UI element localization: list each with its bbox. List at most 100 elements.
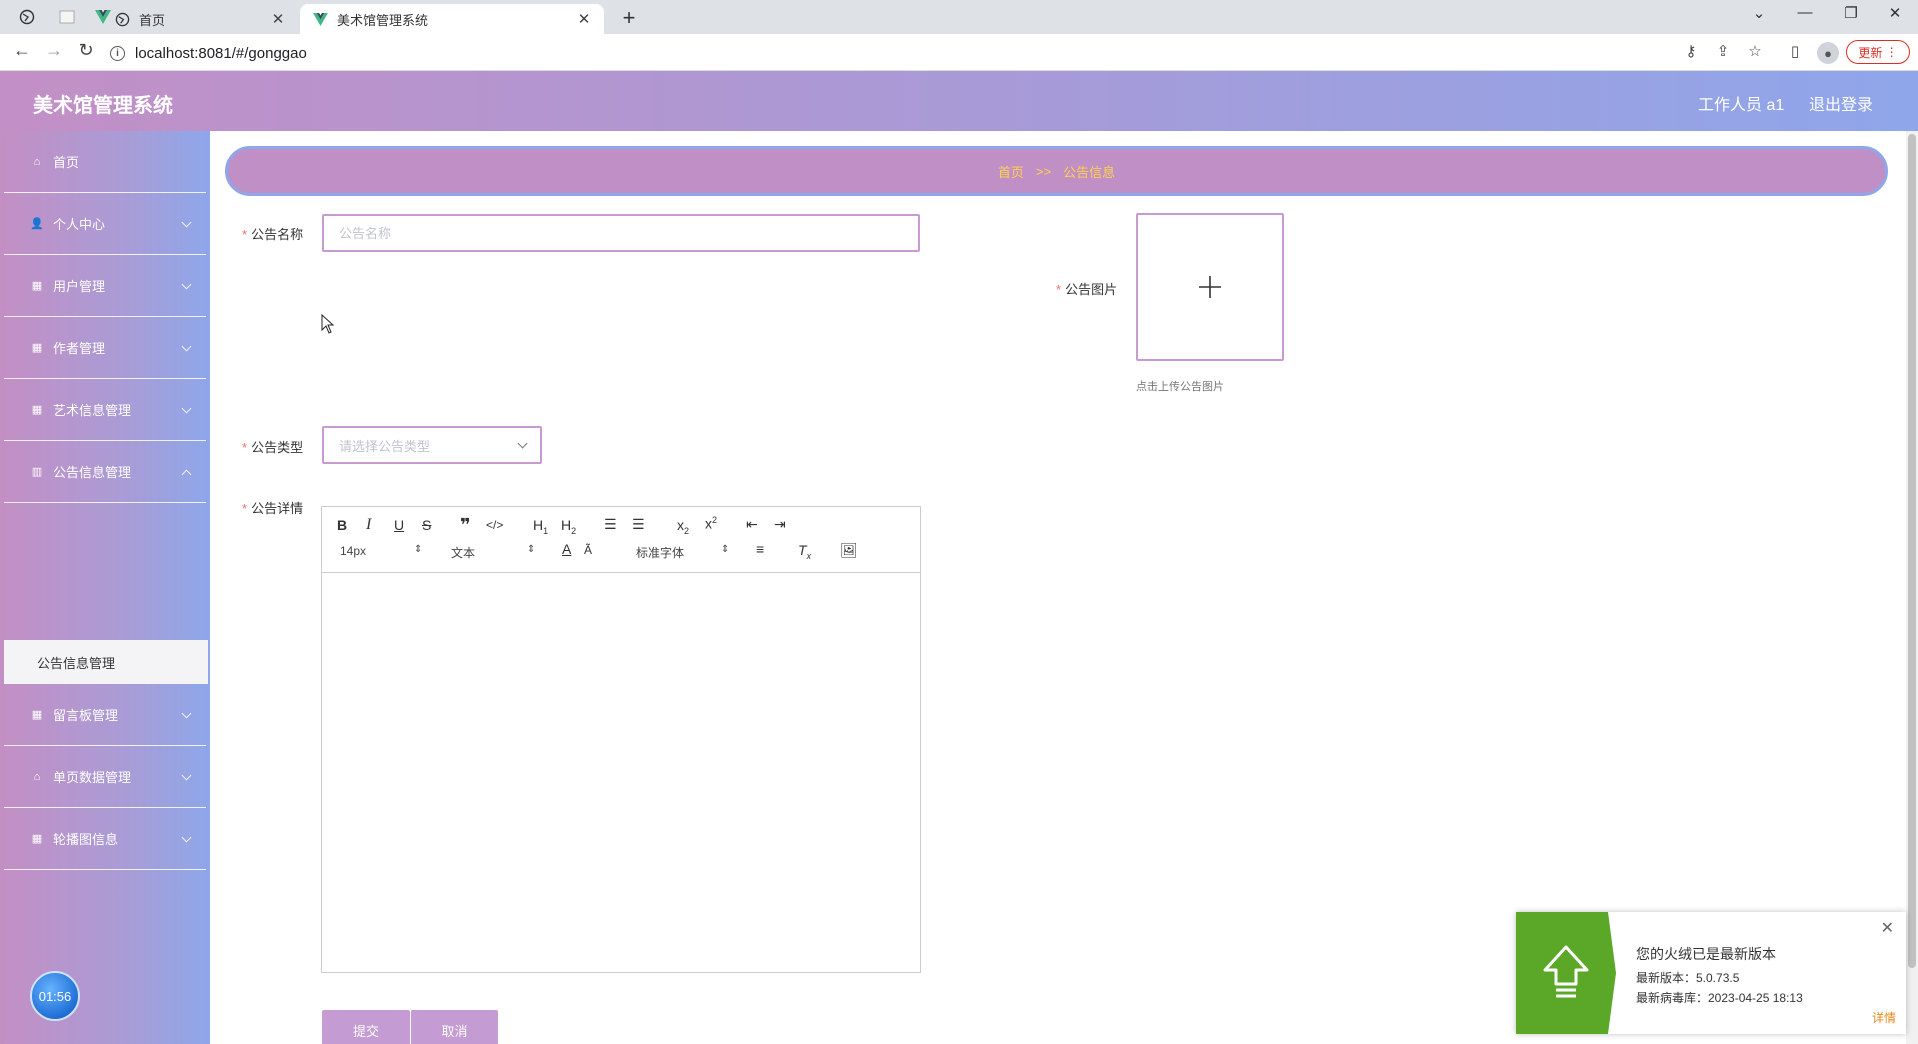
key-icon[interactable]: ⚷ — [1680, 42, 1702, 60]
scrollbar-thumb[interactable] — [1908, 134, 1916, 968]
antivirus-notification: 您的火绒已是最新版本 最新版本：5.0.73.5 最新病毒库：2023-04-2… — [1516, 912, 1906, 1034]
sidebar-item-personal-center[interactable]: 👤 个人中心 — [4, 193, 206, 255]
upload-tip: 点击上传公告图片 — [1136, 381, 1224, 393]
close-icon[interactable]: ✕ — [1881, 918, 1894, 938]
notice-type-label: * 公告类型 — [242, 437, 303, 456]
reload-button[interactable]: ↻ — [74, 40, 98, 61]
sidebar-item-label: 公告信息管理 — [53, 465, 132, 480]
select-placeholder: 请选择公告类型 — [339, 438, 431, 454]
chevron-down-icon — [517, 438, 528, 449]
chevron-down-icon[interactable]: ⌄ — [1736, 4, 1782, 22]
indent-icon[interactable]: ⇥ — [774, 516, 786, 533]
browser-update-button[interactable]: 更新 ⋮ — [1846, 40, 1910, 64]
required-mark: * — [242, 440, 248, 455]
pinned-tab-blank[interactable] — [50, 5, 84, 29]
label-text: 公告类型 — [251, 440, 304, 455]
sidebar-item-label: 个人中心 — [53, 217, 106, 232]
breadcrumb-home[interactable]: 首页 — [998, 162, 1024, 181]
required-mark: * — [242, 227, 248, 242]
url-field[interactable]: i localhost:8081/#/gonggao — [110, 41, 1670, 65]
address-bar: ← → ↻ i localhost:8081/#/gonggao ⚷ ⇪ ☆ ▯… — [0, 34, 1918, 71]
profile-avatar-icon[interactable]: ● — [1817, 42, 1839, 64]
close-icon[interactable]: ✕ — [576, 10, 592, 28]
bold-icon[interactable]: B — [337, 517, 347, 533]
underline-icon[interactable]: U — [394, 517, 404, 533]
clear-format-icon[interactable]: Tx — [798, 542, 811, 561]
align-icon[interactable]: ≡ — [756, 541, 764, 557]
code-block-icon[interactable]: </> — [486, 518, 503, 532]
tab-art-museum[interactable]: 美术馆管理系统 ✕ — [300, 4, 604, 34]
font-size-select[interactable]: 14px — [340, 544, 366, 558]
pinned-tab-globe[interactable] — [10, 5, 44, 29]
sidebar-item-single-page-data[interactable]: ⌂ 单页数据管理 — [4, 746, 206, 808]
notice-name-input[interactable] — [322, 214, 920, 252]
share-icon[interactable]: ⇪ — [1712, 42, 1734, 60]
sidebar-item-label: 单页数据管理 — [53, 770, 132, 785]
italic-icon[interactable]: I — [366, 516, 371, 534]
chevron-updown-icon: ⇕ — [721, 544, 730, 555]
cancel-button[interactable]: 取消 — [410, 1010, 498, 1044]
clock-widget[interactable]: 01:56 — [30, 971, 80, 1021]
window-close-button[interactable]: ✕ — [1872, 4, 1918, 22]
sidebar-item-art-info-management[interactable]: ▦ 艺术信息管理 — [4, 379, 206, 441]
plus-icon — [1199, 276, 1221, 298]
image-upload-button[interactable] — [1136, 213, 1284, 361]
required-mark: * — [242, 501, 248, 516]
sidebar-subitem-notice-management[interactable]: 公告信息管理 — [4, 640, 208, 684]
outdent-icon[interactable]: ⇤ — [746, 516, 758, 533]
font-color-icon[interactable]: A — [562, 541, 571, 557]
star-icon[interactable]: ☆ — [1744, 42, 1766, 60]
submit-button[interactable]: 提交 — [322, 1010, 410, 1044]
sidebar-item-message-board[interactable]: ▦ 留言板管理 — [4, 684, 206, 746]
close-icon[interactable]: ✕ — [270, 10, 286, 28]
restore-button[interactable]: ❐ — [1828, 4, 1874, 22]
browser-tab-bar: 首页 ✕ 美术馆管理系统 ✕ + ⌄ — ❐ ✕ — [0, 0, 1918, 34]
notice-type-select[interactable]: 请选择公告类型 — [322, 426, 542, 464]
chevron-down-icon — [181, 217, 192, 228]
superscript-icon[interactable]: x2 — [705, 515, 717, 532]
editor-content-area[interactable] — [322, 573, 920, 972]
sidebar-item-carousel-info[interactable]: ▦ 轮播图信息 — [4, 808, 206, 870]
app-title: 美术馆管理系统 — [33, 95, 173, 117]
sidebar-item-author-management[interactable]: ▦ 作者管理 — [4, 317, 206, 379]
header-select[interactable]: 文本 — [451, 544, 475, 561]
back-button[interactable]: ← — [10, 40, 34, 61]
new-tab-button[interactable]: + — [616, 5, 642, 31]
required-mark: * — [1056, 282, 1062, 297]
bullet-list-icon[interactable]: ☰ — [632, 516, 645, 533]
logout-link[interactable]: 退出登录 — [1809, 91, 1873, 115]
font-family-select[interactable]: 标准字体 — [636, 544, 684, 561]
header-1-icon[interactable]: H1 — [533, 517, 548, 536]
notification-title: 您的火绒已是最新版本 — [1636, 946, 1776, 962]
sidebar-item-user-management[interactable]: ▦ 用户管理 — [4, 255, 206, 317]
minimize-button[interactable]: — — [1782, 4, 1828, 21]
background-color-icon[interactable]: Ã — [584, 543, 592, 557]
forward-button[interactable]: → — [42, 40, 66, 61]
strikethrough-icon[interactable]: S — [422, 517, 431, 533]
sidebar: ⌂ 首页 👤 个人中心 ▦ 用户管理 ▦ 作者管理 ▦ 艺术信息管理 ▥ 公告信… — [0, 131, 210, 1044]
sidebar-item-notice-management[interactable]: ▥ 公告信息管理 — [4, 441, 206, 503]
editor-toolbar: B I U S ❞ </> H1 H2 ☰ ☰ x2 x2 ⇤ ⇥ 14px ⇕… — [322, 507, 920, 573]
notification-detail-link[interactable]: 详情 — [1872, 1009, 1896, 1026]
header-2-icon[interactable]: H2 — [561, 517, 576, 536]
tab-home[interactable]: 首页 ✕ — [102, 4, 298, 34]
label-text: 公告图片 — [1065, 282, 1118, 297]
url-text: localhost:8081/#/gonggao — [135, 44, 307, 62]
sidebar-item-label: 艺术信息管理 — [53, 403, 132, 418]
chevron-down-icon — [181, 279, 192, 290]
subscript-icon[interactable]: x2 — [677, 517, 689, 536]
image-icon[interactable]: 🖼 — [840, 542, 858, 559]
chevron-down-icon — [181, 403, 192, 414]
grid-icon: ▦ — [31, 709, 43, 721]
notification-version: 最新版本：5.0.73.5 — [1636, 971, 1740, 985]
sidebar-item-label: 用户管理 — [53, 279, 106, 294]
side-panel-icon[interactable]: ▯ — [1784, 42, 1806, 60]
chevron-up-icon — [181, 469, 192, 480]
info-icon[interactable]: i — [110, 45, 125, 61]
globe-icon — [114, 11, 130, 27]
blockquote-icon[interactable]: ❞ — [460, 515, 471, 536]
ordered-list-icon[interactable]: ☰ — [604, 516, 617, 533]
breadcrumb: 首页 >> 公告信息 — [225, 146, 1888, 196]
notice-name-label: * 公告名称 — [242, 224, 303, 243]
sidebar-item-home[interactable]: ⌂ 首页 — [4, 131, 206, 193]
